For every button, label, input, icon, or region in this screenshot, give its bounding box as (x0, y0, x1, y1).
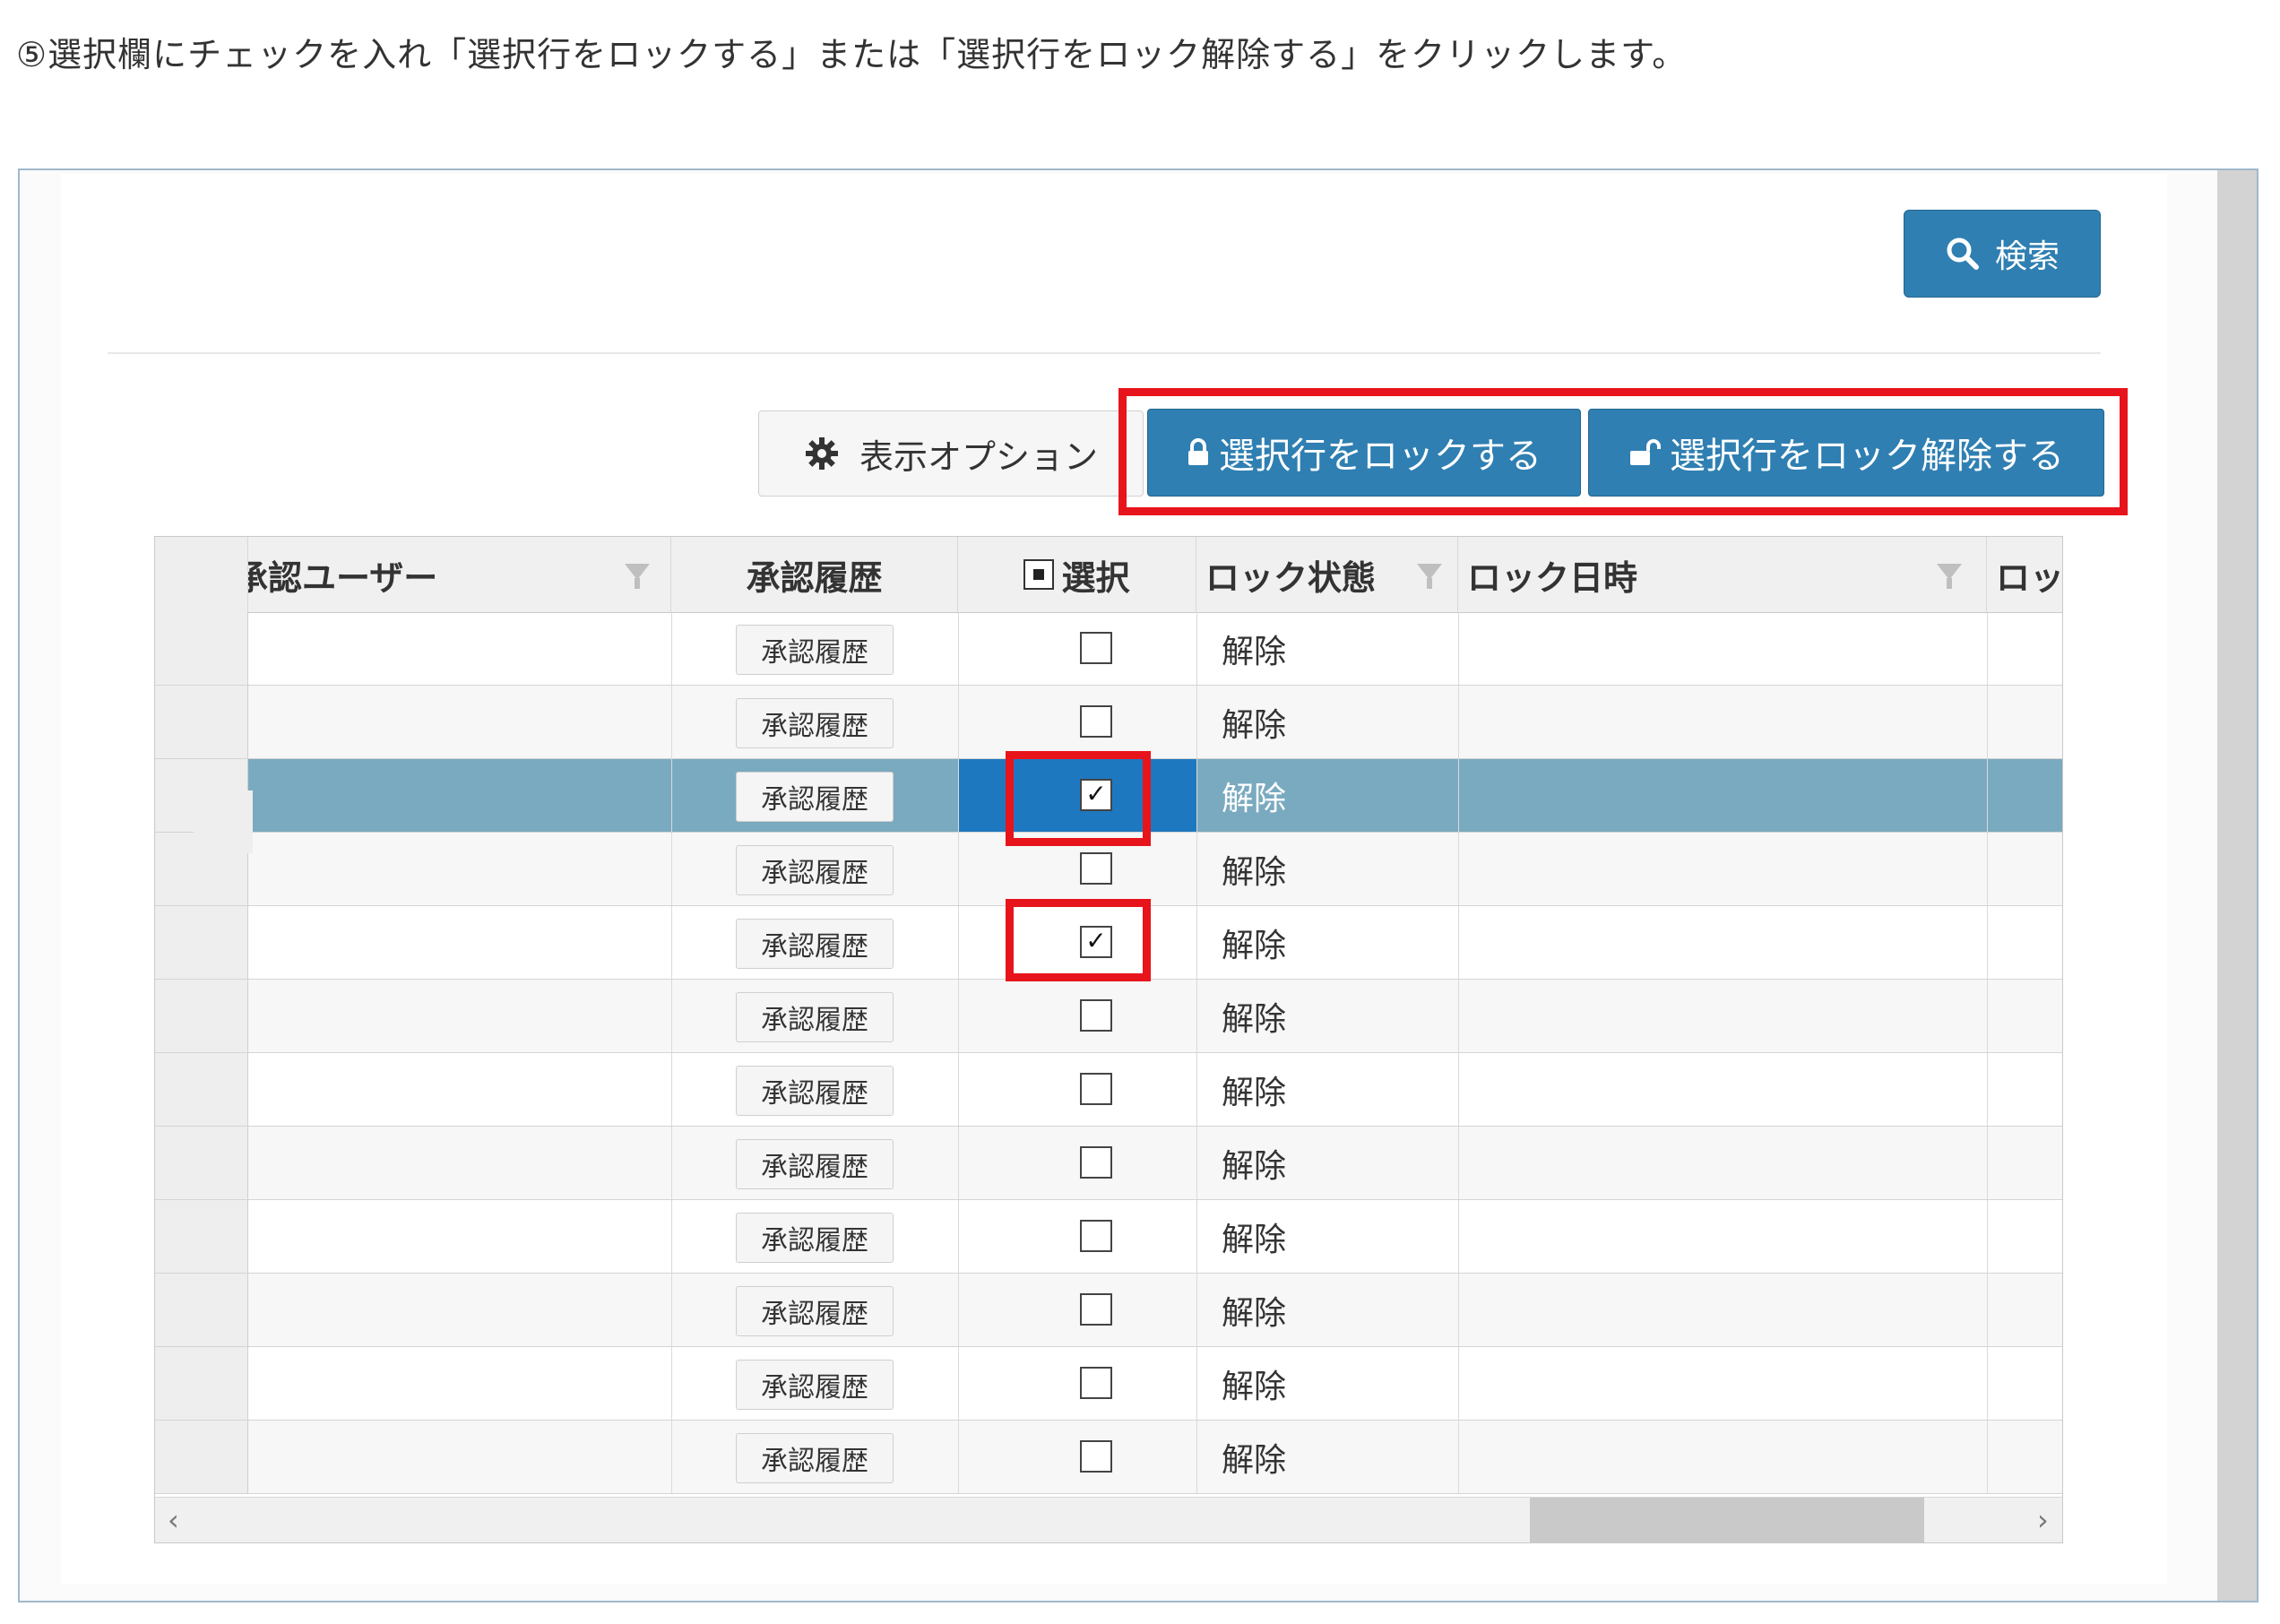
lock-state-value: 解除 (1222, 1294, 1287, 1332)
redacted-area (194, 790, 253, 853)
lock-state-value: 解除 (1222, 633, 1287, 670)
select-all-checkbox[interactable] (1023, 559, 1055, 590)
approval-history-button[interactable]: 承認履歴 (736, 1286, 894, 1336)
lock-state-value: 解除 (1222, 706, 1287, 744)
filter-icon[interactable] (1417, 564, 1442, 589)
grid-header: 承認ユーザー 承認履歴 選択 ロック状態 ロック日時 ロッ (155, 537, 2063, 613)
column-header-lock-datetime-label: ロック日時 (1467, 557, 1638, 598)
row-header[interactable] (155, 1274, 248, 1346)
select-cell (958, 1421, 1196, 1493)
row-header[interactable] (155, 612, 248, 685)
row-select-checkbox[interactable] (1080, 705, 1112, 738)
approval-history-button[interactable]: 承認履歴 (736, 845, 894, 895)
table-row[interactable]: 承認履歴 解除 (155, 686, 2062, 759)
approval-history-button[interactable]: 承認履歴 (736, 1433, 894, 1483)
approval-history-button[interactable]: 承認履歴 (736, 698, 894, 748)
row-header[interactable] (155, 1347, 248, 1420)
select-cell (958, 1053, 1196, 1126)
horizontal-scrollbar[interactable]: ‹ › (155, 1497, 2062, 1542)
lock-state-value: 解除 (1222, 780, 1287, 817)
column-header-lock-state-label: ロック状態 (1205, 557, 1377, 598)
lock-state-value: 解除 (1222, 1074, 1287, 1111)
filter-icon[interactable] (1937, 564, 1962, 589)
column-header-approver[interactable]: 承認ユーザー (248, 537, 671, 612)
lock-state-value: 解除 (1222, 1441, 1287, 1479)
table-row[interactable]: 承認履歴 解除 (155, 1127, 2062, 1200)
select-cell (958, 980, 1196, 1052)
display-options-label: 表示オプション (859, 436, 1098, 477)
highlight-box-checkbox (1006, 751, 1151, 846)
table-row[interactable]: 承認履歴 解除 (155, 1274, 2062, 1347)
column-header-truncated-label: ロッ (1996, 557, 2063, 598)
select-cell (958, 1200, 1196, 1273)
approval-history-button[interactable]: 承認履歴 (736, 1213, 894, 1263)
search-icon (1947, 238, 1979, 270)
table-row[interactable]: 承認履歴 解除 (155, 1347, 2062, 1421)
table-row[interactable]: 承認履歴 解除 (155, 980, 2062, 1053)
search-label: 検索 (1994, 238, 2060, 275)
row-header[interactable] (155, 1421, 248, 1493)
column-header-lock-state[interactable]: ロック状態 (1196, 537, 1458, 612)
lock-state-value: 解除 (1222, 1368, 1287, 1405)
lock-state-value: 解除 (1222, 1221, 1287, 1258)
lock-state-value: 解除 (1222, 1000, 1287, 1038)
row-header[interactable] (155, 906, 248, 979)
row-header[interactable] (155, 686, 248, 758)
approval-history-button[interactable]: 承認履歴 (736, 992, 894, 1042)
search-button[interactable]: 検索 (1904, 210, 2101, 298)
scroll-right-arrow[interactable]: › (2037, 1503, 2049, 1537)
approval-history-button[interactable]: 承認履歴 (736, 625, 894, 675)
row-select-checkbox[interactable] (1080, 1367, 1112, 1399)
lock-state-value: 解除 (1222, 927, 1287, 964)
row-select-checkbox[interactable] (1080, 632, 1112, 664)
select-cell (958, 612, 1196, 685)
approval-history-button[interactable]: 承認履歴 (736, 1360, 894, 1410)
row-select-checkbox[interactable] (1080, 999, 1112, 1032)
row-select-checkbox[interactable] (1080, 1293, 1112, 1326)
select-cell (958, 686, 1196, 758)
lock-state-value: 解除 (1222, 853, 1287, 891)
row-select-checkbox[interactable] (1080, 1440, 1112, 1473)
scrollbar-thumb[interactable] (1530, 1498, 1924, 1542)
row-select-checkbox[interactable] (1080, 1073, 1112, 1105)
gear-icon (805, 437, 838, 470)
table-row[interactable]: 承認履歴 解除 (155, 1421, 2062, 1494)
row-header[interactable] (155, 1053, 248, 1126)
row-select-checkbox[interactable] (1080, 1220, 1112, 1252)
select-cell (958, 1347, 1196, 1420)
instruction-text: ⑤選択欄にチェックを入れ「選択行をロックする」または「選択行をロック解除する」を… (16, 35, 1688, 74)
highlight-box-checkbox (1006, 899, 1151, 981)
column-header-select-label: 選択 (1061, 557, 1130, 598)
table-row[interactable]: 承認履歴 解除 (155, 1200, 2062, 1274)
column-header-history[interactable]: 承認履歴 (671, 537, 958, 612)
column-header-select[interactable]: 選択 (958, 537, 1196, 612)
column-header-history-label: 承認履歴 (746, 557, 883, 598)
column-header-truncated[interactable]: ロッ (1987, 537, 2063, 612)
scroll-left-arrow[interactable]: ‹ (168, 1503, 179, 1537)
vertical-scrollbar[interactable] (2217, 170, 2257, 1601)
table-row[interactable]: 承認履歴 解除 (155, 1053, 2062, 1127)
lock-grid: 承認ユーザー 承認履歴 選択 ロック状態 ロック日時 ロッ 承認履歴解除承認 (154, 536, 2063, 1543)
column-header-row-number (155, 537, 248, 612)
approval-history-button[interactable]: 承認履歴 (736, 1066, 894, 1116)
select-cell (958, 1127, 1196, 1199)
row-select-checkbox[interactable] (1080, 1146, 1112, 1179)
display-options-button[interactable]: 表示オプション (758, 410, 1144, 497)
column-header-approver-label: 承認ユーザー (248, 557, 438, 598)
row-select-checkbox[interactable] (1080, 852, 1112, 885)
row-header[interactable] (155, 1200, 248, 1273)
table-row[interactable]: 承認履歴 解除 (155, 612, 2062, 686)
approval-history-button[interactable]: 承認履歴 (736, 772, 894, 822)
select-cell (958, 1274, 1196, 1346)
filter-icon[interactable] (625, 564, 650, 589)
divider (108, 352, 2101, 354)
column-header-lock-datetime[interactable]: ロック日時 (1458, 537, 1987, 612)
row-header[interactable] (155, 1127, 248, 1199)
lock-state-value: 解除 (1222, 1147, 1287, 1185)
approval-history-button[interactable]: 承認履歴 (736, 1139, 894, 1189)
highlight-box-buttons (1118, 388, 2128, 515)
row-header[interactable] (155, 980, 248, 1052)
approval-history-button[interactable]: 承認履歴 (736, 919, 894, 969)
